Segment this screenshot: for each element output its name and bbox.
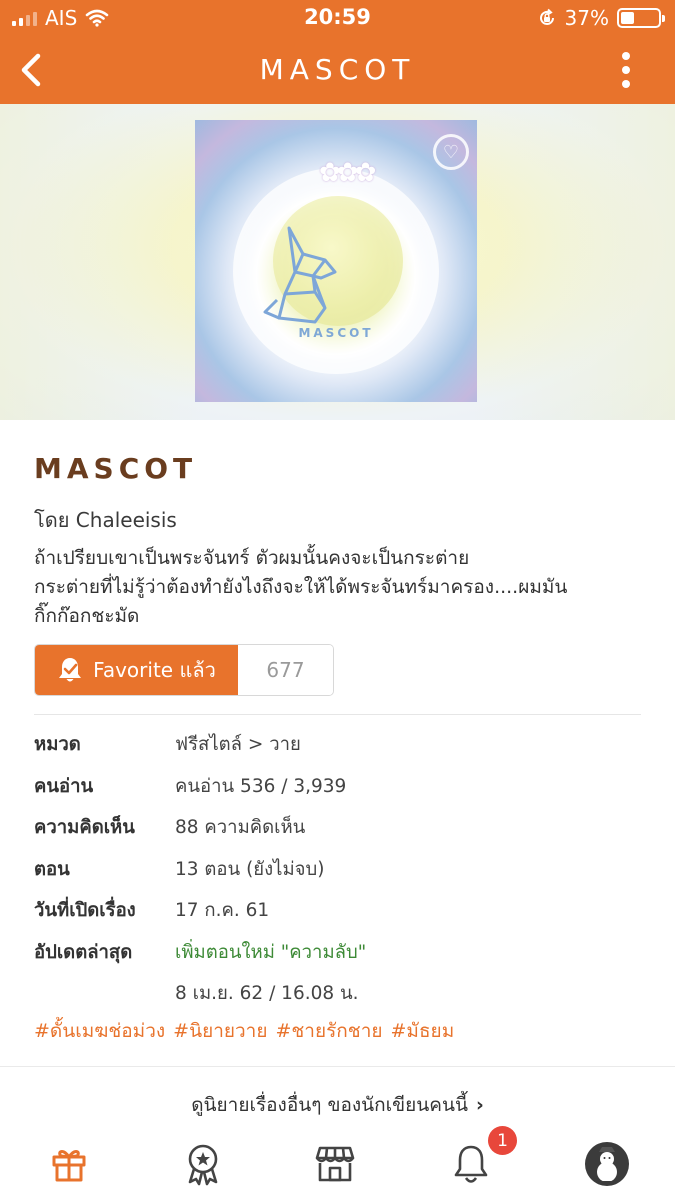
- more-by-author-link[interactable]: ดูนิยายเรื่องอื่นๆ ของนักเขียนคนนี้ ›: [0, 1090, 675, 1120]
- story-info-table: หมวด ฟรีสไตล์ > วาย คนอ่าน คนอ่าน 536 / …: [34, 730, 644, 1008]
- store-icon: [315, 1146, 355, 1182]
- category-link[interactable]: ฟรีสไตล์ > วาย: [175, 730, 301, 759]
- tag-link[interactable]: #นิยายวาย: [173, 1016, 267, 1046]
- update-datetime: 8 เม.ย. 62 / 16.08 น.: [175, 982, 359, 1004]
- story-description: ถ้าเปรียบเขาเป็นพระจันทร์ ตัวผมนั้นคงจะเ…: [34, 547, 568, 627]
- favorite-count: 677: [238, 645, 333, 695]
- favorite-bookmark-icon: [59, 658, 82, 682]
- tab-profile[interactable]: [582, 1139, 632, 1189]
- tab-store[interactable]: [310, 1139, 360, 1189]
- bottom-tab-bar: [0, 1135, 675, 1200]
- tag-link[interactable]: #ดั้นเมฆช่อม่วง: [34, 1016, 165, 1046]
- battery-percent: 37%: [564, 6, 609, 30]
- notification-badge: 1: [488, 1126, 517, 1155]
- info-row-comments: ความคิดเห็น 88 ความคิดเห็น: [34, 813, 644, 855]
- cover-banner: ✿✿✿ ♡ MASCOT: [0, 104, 675, 420]
- info-label: ตอน: [34, 858, 70, 880]
- avatar: [585, 1142, 629, 1186]
- origami-rabbit-illustration: [263, 226, 337, 324]
- award-icon: [188, 1144, 218, 1186]
- divider: [34, 714, 641, 715]
- story-title: MASCOT: [34, 452, 198, 485]
- info-value: คนอ่าน 536 / 3,939: [175, 775, 347, 797]
- info-label: อัปเดตล่าสุด: [34, 941, 133, 963]
- chevron-right-icon: ›: [475, 1094, 484, 1116]
- battery-fill: [621, 12, 634, 24]
- tag-link[interactable]: #มัธยม: [391, 1016, 455, 1046]
- app-screen: AIS 20:59 37% MASCOT ✿✿✿ ♡ MASCOT MASCOT…: [0, 0, 675, 1200]
- info-value: 17 ก.ค. 61: [175, 900, 270, 921]
- tab-awards[interactable]: [178, 1139, 228, 1189]
- flower-decoration: ✿✿✿: [319, 158, 376, 188]
- lock-rotation-icon: [539, 8, 554, 25]
- info-value: 13 ตอน (ยังไม่จบ): [175, 858, 325, 880]
- cover-caption: MASCOT: [298, 326, 374, 340]
- snowman-avatar-icon: [597, 1147, 617, 1181]
- favorite-label: Favorite แล้ว: [93, 658, 216, 682]
- more-vertical-icon[interactable]: [619, 52, 633, 88]
- battery-icon: [617, 8, 665, 28]
- info-row-readers: คนอ่าน คนอ่าน 536 / 3,939: [34, 772, 644, 814]
- info-label: วันที่เปิดเรื่อง: [34, 900, 136, 921]
- tag-link[interactable]: #ชายรักชาย: [275, 1016, 382, 1046]
- info-label: หมวด: [34, 734, 81, 755]
- comments-link[interactable]: 88 ความคิดเห็น: [175, 813, 305, 842]
- info-label: ความคิดเห็น: [34, 817, 135, 838]
- latest-chapter-link[interactable]: เพิ่มตอนใหม่ "ความลับ": [175, 938, 366, 967]
- top-navbar: MASCOT: [0, 36, 675, 104]
- tab-gift[interactable]: [44, 1139, 94, 1189]
- tag-list: #ดั้นเมฆช่อม่วง #นิยายวาย #ชายรักชาย #มั…: [34, 1016, 454, 1046]
- info-row-category: หมวด ฟรีสไตล์ > วาย: [34, 730, 644, 772]
- last-update-value: เพิ่มตอนใหม่ "ความลับ" 8 เม.ย. 62 / 16.0…: [175, 938, 366, 1008]
- info-row-last-update: อัปเดตล่าสุด เพิ่มตอนใหม่ "ความลับ" 8 เม…: [34, 938, 644, 1008]
- info-row-start-date: วันที่เปิดเรื่อง 17 ก.ค. 61: [34, 896, 644, 938]
- more-by-author-label: ดูนิยายเรื่องอื่นๆ ของนักเขียนคนนี้: [191, 1094, 468, 1116]
- info-label: คนอ่าน: [34, 775, 94, 797]
- divider: [0, 1066, 675, 1067]
- gift-icon: [52, 1150, 86, 1182]
- bell-icon: [454, 1145, 488, 1183]
- status-bar: AIS 20:59 37%: [0, 0, 675, 36]
- info-row-chapters: ตอน 13 ตอน (ยังไม่จบ): [34, 855, 644, 897]
- author-link[interactable]: โดย Chaleeisis: [34, 504, 177, 536]
- status-right: 37%: [537, 6, 665, 30]
- favorite-button[interactable]: Favorite แล้ว: [35, 645, 238, 695]
- cover-image[interactable]: ✿✿✿ ♡ MASCOT: [195, 120, 477, 402]
- heart-logo-icon: ♡: [433, 134, 469, 170]
- page-title: MASCOT: [259, 53, 416, 86]
- favorite-control: Favorite แล้ว 677: [34, 644, 334, 696]
